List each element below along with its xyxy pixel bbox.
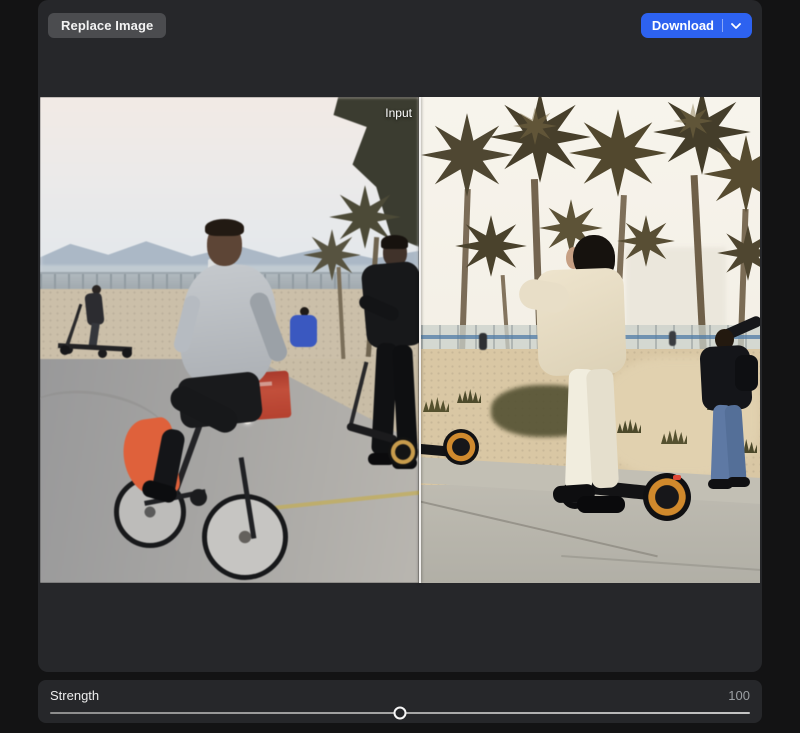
comparison-pane-output — [421, 97, 760, 583]
woman-shoe — [577, 496, 625, 513]
standing-man-hair — [381, 235, 408, 249]
editor-panel: Replace Image Download — [38, 0, 762, 672]
photographer-backpack — [735, 355, 758, 391]
scooter-taillight — [673, 475, 681, 480]
comparison-slider-handle[interactable] — [419, 97, 421, 583]
background-child-body — [290, 315, 317, 347]
photographer-shoe — [727, 477, 750, 487]
bike-crank — [190, 489, 207, 506]
chevron-down-icon[interactable] — [731, 23, 741, 29]
distant-building — [626, 247, 726, 332]
strength-panel: Strength 100 — [38, 680, 762, 723]
cyclist-hair — [205, 219, 244, 236]
output-photo-scene — [421, 97, 760, 583]
download-button-separator — [722, 19, 723, 32]
download-button-label: Download — [652, 18, 714, 33]
comparison-stage: Input — [40, 97, 760, 583]
distant-person — [479, 333, 487, 350]
download-button[interactable]: Download — [641, 13, 752, 38]
input-photo-scene — [40, 97, 419, 583]
input-label: Input — [385, 106, 412, 120]
comparison-pane-input: Input — [40, 97, 419, 583]
background-person-body — [84, 292, 104, 326]
strength-slider[interactable] — [50, 706, 750, 720]
bike-front-wheel — [202, 494, 288, 580]
edge-scooter-wheel — [443, 429, 479, 465]
distant-person — [669, 331, 676, 346]
replace-image-button[interactable]: Replace Image — [48, 13, 166, 38]
standing-man-scooter-wheel — [388, 437, 418, 467]
scooter-rear-wheel — [643, 473, 691, 521]
parked-scooter-wheel — [122, 348, 132, 358]
strength-value: 100 — [728, 688, 750, 703]
strength-slider-thumb[interactable] — [394, 707, 407, 720]
strength-label: Strength — [50, 688, 99, 703]
parked-scooter-wheel — [60, 345, 70, 355]
